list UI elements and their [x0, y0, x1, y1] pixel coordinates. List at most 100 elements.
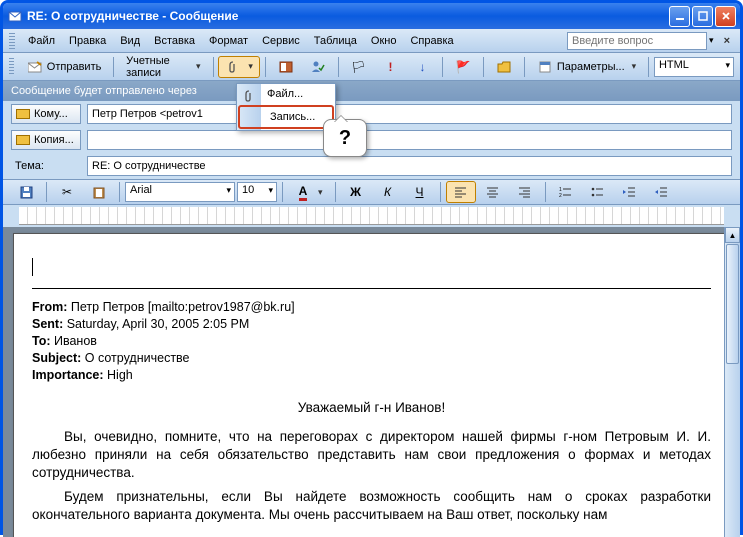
- scroll-thumb[interactable]: [726, 244, 739, 364]
- menu-edit[interactable]: Правка: [62, 32, 113, 50]
- font-color-icon: A: [295, 184, 311, 200]
- paperclip-icon: [225, 59, 241, 75]
- format-select[interactable]: HTML: [654, 57, 734, 77]
- toolbar-grip[interactable]: [9, 33, 15, 49]
- to-input[interactable]: [87, 104, 732, 124]
- align-left-icon: [453, 184, 469, 200]
- to-row: Кому...: [3, 101, 740, 127]
- align-center-button[interactable]: [478, 181, 508, 203]
- format-toolbar: ✂ Arial 10 A Ж К Ч 12: [3, 179, 740, 205]
- menu-format[interactable]: Формат: [202, 32, 255, 50]
- app-window: RE: О сотрудничестве - Сообщение Файл Пр…: [0, 0, 743, 535]
- close-button[interactable]: [715, 6, 736, 27]
- exclaim-icon: !: [382, 59, 398, 75]
- cc-input[interactable]: [87, 130, 732, 150]
- align-right-button[interactable]: [510, 181, 540, 203]
- cursor: [32, 258, 711, 276]
- attach-file-item[interactable]: Файл...: [237, 84, 335, 104]
- paragraph-2: Будем признательны, если Вы найдете возм…: [32, 488, 711, 524]
- editor-area: From: Петр Петров [mailto:petrov1987@bk.…: [3, 227, 740, 537]
- menu-insert[interactable]: Вставка: [147, 32, 202, 50]
- attach-dropdown: Файл... Запись...: [236, 83, 336, 131]
- to-icon: [16, 109, 30, 119]
- align-center-icon: [485, 184, 501, 200]
- outdent-icon: [622, 184, 638, 200]
- bold-icon: Ж: [348, 184, 364, 200]
- subject-label: Тема:: [11, 160, 81, 172]
- toolbar-main: Отправить Учетные записи 🏳 ! ↓ 🚩 Парамет…: [3, 53, 740, 81]
- address-book-button[interactable]: [271, 56, 301, 78]
- subject-row: Тема:: [3, 153, 740, 179]
- italic-icon: К: [380, 184, 396, 200]
- callout-text: ?: [339, 127, 351, 150]
- cc-row: Копия...: [3, 127, 740, 153]
- menubar: Файл Правка Вид Вставка Формат Сервис Та…: [3, 29, 740, 53]
- callout-bubble: ?: [323, 119, 367, 157]
- doc-close-button[interactable]: ×: [720, 35, 734, 47]
- options-icon: [537, 59, 553, 75]
- hdr-importance: Importance: High: [32, 367, 711, 384]
- font-size-select[interactable]: 10: [237, 182, 277, 202]
- minimize-button[interactable]: [669, 6, 690, 27]
- window-title: RE: О сотрудничестве - Сообщение: [27, 9, 669, 23]
- importance-high-button[interactable]: !: [375, 56, 405, 78]
- scroll-up-button[interactable]: ▲: [725, 227, 740, 243]
- hdr-to: To: Иванов: [32, 333, 711, 350]
- attach-button[interactable]: [218, 56, 260, 78]
- numlist-icon: 12: [558, 184, 574, 200]
- help-dropdown-icon[interactable]: ▾: [709, 35, 714, 46]
- bold-button[interactable]: Ж: [341, 181, 371, 203]
- save-button[interactable]: [11, 181, 41, 203]
- indent-button[interactable]: [647, 181, 677, 203]
- font-select[interactable]: Arial: [125, 182, 235, 202]
- cc-button[interactable]: Копия...: [11, 130, 81, 150]
- attach-record-item[interactable]: Запись...: [238, 105, 334, 129]
- outdent-button[interactable]: [615, 181, 645, 203]
- scissors-icon: ✂: [59, 184, 75, 200]
- indent-icon: [654, 184, 670, 200]
- subject-input[interactable]: [87, 156, 732, 176]
- person-check-icon: [310, 59, 326, 75]
- titlebar: RE: О сотрудничестве - Сообщение: [3, 3, 740, 29]
- ruler-container: [3, 205, 740, 227]
- help-search[interactable]: [567, 32, 707, 50]
- maximize-button[interactable]: [692, 6, 713, 27]
- vertical-scrollbar[interactable]: ▲: [724, 227, 740, 537]
- importance-low-button[interactable]: ↓: [407, 56, 437, 78]
- info-text: Сообщение будет отправлено через: [11, 85, 197, 97]
- options-button[interactable]: Параметры...: [530, 56, 643, 78]
- font-color-button[interactable]: A: [288, 181, 330, 203]
- align-left-button[interactable]: [446, 181, 476, 203]
- menu-view[interactable]: Вид: [113, 32, 147, 50]
- folder-icon: [496, 59, 512, 75]
- toolbar-grip[interactable]: [9, 58, 14, 76]
- numbered-list-button[interactable]: 12: [551, 181, 581, 203]
- clipboard-icon: [91, 184, 107, 200]
- flag-red-icon: 🚩: [455, 59, 471, 75]
- paragraph-1: Вы, очевидно, помните, что на переговора…: [32, 428, 711, 483]
- open-folder-button[interactable]: [489, 56, 519, 78]
- send-button[interactable]: Отправить: [20, 56, 109, 78]
- menu-window[interactable]: Окно: [364, 32, 404, 50]
- follow-up-button[interactable]: 🚩: [448, 56, 478, 78]
- menu-file[interactable]: Файл: [21, 32, 62, 50]
- bullet-list-button[interactable]: [583, 181, 613, 203]
- to-button[interactable]: Кому...: [11, 104, 81, 124]
- book-icon: [278, 59, 294, 75]
- menu-table[interactable]: Таблица: [307, 32, 364, 50]
- cut-button[interactable]: ✂: [52, 181, 82, 203]
- message-body[interactable]: From: Петр Петров [mailto:petrov1987@bk.…: [13, 233, 730, 537]
- permission-button[interactable]: 🏳: [343, 56, 373, 78]
- check-names-button[interactable]: [303, 56, 333, 78]
- send-icon: [27, 59, 43, 75]
- salutation: Уважаемый г-н Иванов!: [32, 399, 711, 417]
- paste-button[interactable]: [84, 181, 114, 203]
- menu-service[interactable]: Сервис: [255, 32, 307, 50]
- ruler[interactable]: [19, 207, 724, 225]
- italic-button[interactable]: К: [373, 181, 403, 203]
- window-buttons: [669, 6, 736, 27]
- arrow-down-icon: ↓: [414, 59, 430, 75]
- accounts-button[interactable]: Учетные записи: [119, 56, 207, 78]
- menu-help[interactable]: Справка: [403, 32, 460, 50]
- underline-button[interactable]: Ч: [405, 181, 435, 203]
